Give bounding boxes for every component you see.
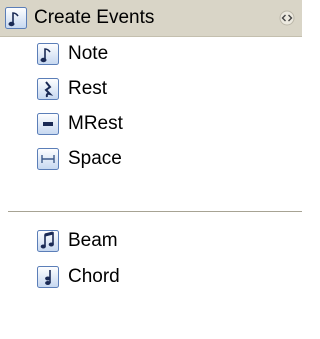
- item-note[interactable]: Note: [0, 36, 302, 72]
- item-chord[interactable]: Chord: [0, 259, 302, 295]
- panel-header[interactable]: Create Events: [0, 0, 302, 37]
- item-label: Rest: [68, 78, 108, 99]
- panel-edge: [302, 0, 308, 339]
- rest-icon: [37, 78, 59, 100]
- item-label: Note: [68, 43, 109, 64]
- separator: [8, 211, 302, 213]
- space-icon: [37, 148, 59, 170]
- item-rest[interactable]: Rest: [0, 71, 302, 107]
- chord-icon: [37, 266, 59, 288]
- item-label: Beam: [68, 230, 118, 251]
- mrest-icon: [37, 113, 59, 135]
- beam-icon: [37, 230, 59, 252]
- create-events-panel: Create Events Note Rest MRest Space Beam…: [0, 0, 308, 339]
- item-space[interactable]: Space: [0, 141, 302, 177]
- item-label: Chord: [68, 266, 120, 287]
- item-mrest[interactable]: MRest: [0, 106, 302, 142]
- item-label: MRest: [68, 113, 123, 134]
- item-beam[interactable]: Beam: [0, 223, 302, 259]
- panel-title: Create Events: [34, 7, 155, 28]
- double-chevron-icon[interactable]: [278, 9, 296, 27]
- note-icon: [37, 43, 59, 65]
- note-icon: [5, 7, 27, 29]
- item-label: Space: [68, 148, 122, 169]
